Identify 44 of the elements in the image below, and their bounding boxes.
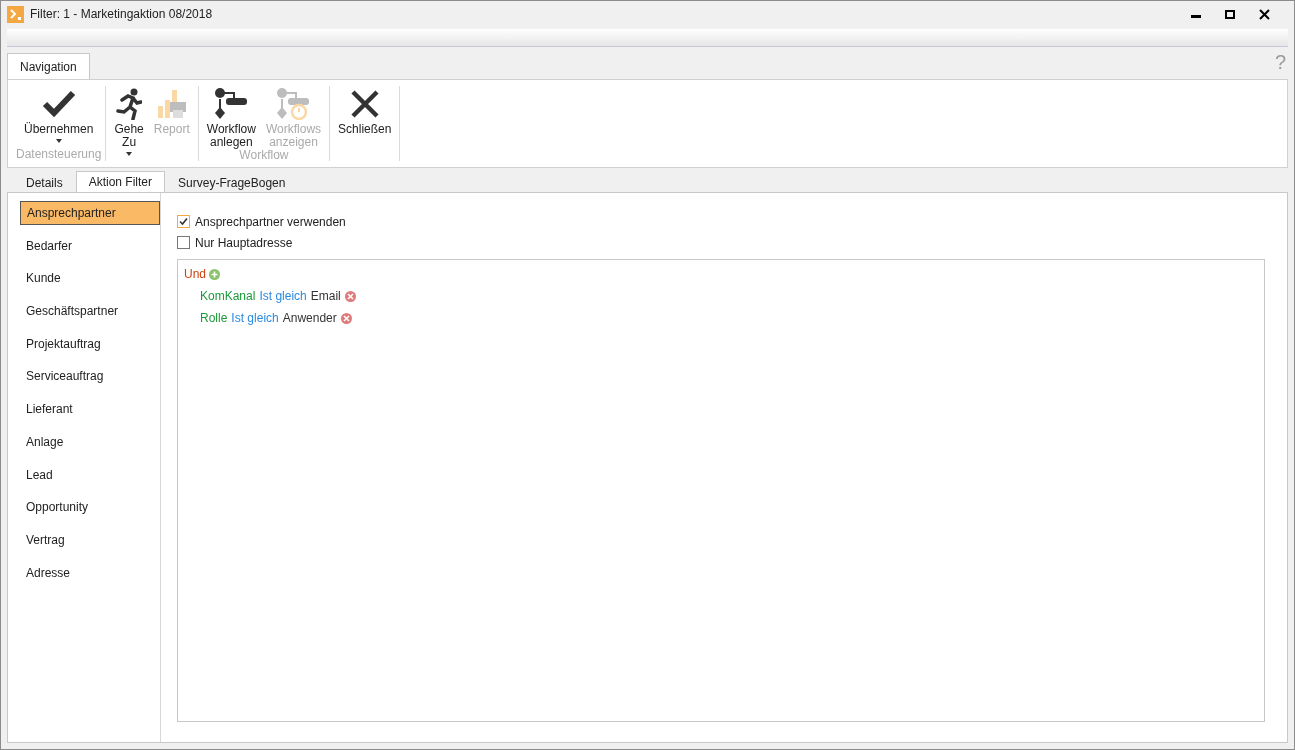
sidebar-item[interactable]: Lieferant xyxy=(20,397,160,422)
sidebar-item[interactable]: Lead xyxy=(20,462,160,487)
ribbon-button[interactable]: Übernehmen xyxy=(20,86,98,148)
sidebar-item[interactable]: Kunde xyxy=(20,266,160,291)
group-label: Datensteuerung xyxy=(16,148,102,161)
sidebar-item[interactable]: Opportunity xyxy=(20,495,160,520)
value-link[interactable]: Email xyxy=(310,287,341,305)
checkmark-icon xyxy=(41,89,76,119)
field-link[interactable]: Rolle xyxy=(200,309,228,327)
app-logo-icon xyxy=(7,5,24,23)
field-link[interactable]: KomKanal xyxy=(200,287,256,305)
comparison-link[interactable]: Ist gleich xyxy=(259,287,307,305)
comparison-link[interactable]: Ist gleich xyxy=(231,309,279,327)
ribbon-button[interactable]: Workflow anlegen xyxy=(202,86,260,149)
checkbox[interactable] xyxy=(177,236,190,249)
document-tab[interactable]: Details xyxy=(13,173,76,192)
sidebar-item[interactable]: Projektauftrag xyxy=(20,331,160,356)
ribbon-button[interactable]: Gehe Zu xyxy=(110,86,148,161)
close-icon xyxy=(349,89,380,119)
sidebar-item[interactable]: Vertrag xyxy=(20,527,160,552)
ribbon-button[interactable]: Schließen xyxy=(334,86,396,161)
group-label: Workflow xyxy=(239,149,289,162)
operator-link[interactable]: Und xyxy=(184,265,206,283)
checkbox-label: Ansprechpartner verwenden xyxy=(195,213,346,231)
sidebar-item[interactable]: Bedarfer xyxy=(20,233,160,258)
chart-printer-icon xyxy=(155,88,188,120)
sidebar-item[interactable]: Serviceauftrag xyxy=(20,364,160,389)
ribbon-tab[interactable]: Navigation xyxy=(7,53,90,79)
checkbox[interactable] xyxy=(177,215,190,228)
sidebar-item[interactable]: Adresse xyxy=(20,560,160,585)
window-title: Filter: 1 - Marketingaktion 08/2018 xyxy=(30,6,213,23)
sidebar-item[interactable]: Ansprechpartner xyxy=(20,201,160,225)
document-tab[interactable]: Aktion Filter xyxy=(75,171,166,192)
sidebar-item[interactable]: Geschäftspartner xyxy=(20,299,160,324)
running-person-icon xyxy=(116,88,143,120)
remove-icon[interactable] xyxy=(340,312,352,324)
remove-icon[interactable] xyxy=(344,290,356,302)
workflow-timer-icon xyxy=(276,87,311,121)
document-tab[interactable]: Survey-FrageBogen xyxy=(165,173,299,192)
workflow-icon xyxy=(214,87,249,121)
checkbox-label: Nur Hauptadresse xyxy=(195,234,293,252)
sidebar-item[interactable]: Anlage xyxy=(20,429,160,454)
close-button[interactable] xyxy=(1256,6,1272,22)
value-link[interactable]: Anwender xyxy=(282,309,337,327)
